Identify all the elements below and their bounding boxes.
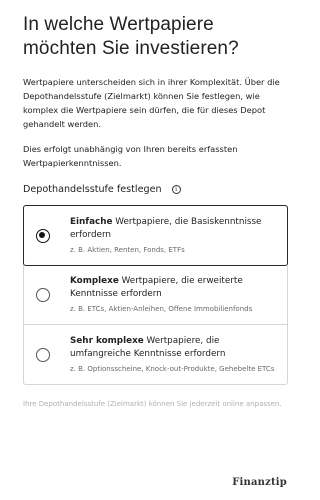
option-example: z. B. ETCs, Aktien-Anleihen, Offene Immo… <box>70 305 253 313</box>
option-list: Einfache Wertpapiere, die Basiskenntniss… <box>23 205 288 385</box>
page-title: In welche Wertpapiere möchten Sie invest… <box>23 14 239 59</box>
option-title-bold: Komplexe <box>70 276 119 286</box>
section-header: Depothandelsstufe festlegen i <box>23 184 288 195</box>
page: In welche Wertpapiere möchten Sie invest… <box>0 0 306 410</box>
option-title: Sehr komplexe Wertpapiere, die umfangrei… <box>70 335 279 361</box>
radio-selected-icon[interactable] <box>36 228 50 243</box>
intro-text: Wertpapiere unterscheiden sich in ihrer … <box>23 77 280 129</box>
option-sehr-komplexe[interactable]: Sehr komplexe Wertpapiere, die umfangrei… <box>24 325 287 384</box>
finanztip-logo: Finanztip <box>232 477 287 488</box>
option-title-bold: Sehr komplexe <box>70 336 144 346</box>
option-title: Einfache Wertpapiere, die Basiskenntniss… <box>70 216 279 242</box>
option-example: z. B. Aktien, Renten, Fonds, ETFs <box>70 246 185 254</box>
footnote: Ihre Depothandelsstufe (Zielmarkt) könne… <box>23 400 282 408</box>
radio-icon[interactable] <box>36 347 50 362</box>
intro-text-2: Dies erfolgt unabhängig von Ihren bereit… <box>23 144 238 168</box>
option-title-bold: Einfache <box>70 217 113 227</box>
option-example: z. B. Optionsscheine, Knock-out-Produkte… <box>70 365 275 373</box>
option-title: Komplexe Wertpapiere, die erweiterte Ken… <box>70 275 279 301</box>
info-icon[interactable]: i <box>171 185 181 194</box>
option-komplexe[interactable]: Komplexe Wertpapiere, die erweiterte Ken… <box>24 265 287 325</box>
radio-icon[interactable] <box>36 287 50 302</box>
option-einfache[interactable]: Einfache Wertpapiere, die Basiskenntniss… <box>23 205 288 266</box>
section-title: Depothandelsstufe festlegen <box>23 184 162 195</box>
